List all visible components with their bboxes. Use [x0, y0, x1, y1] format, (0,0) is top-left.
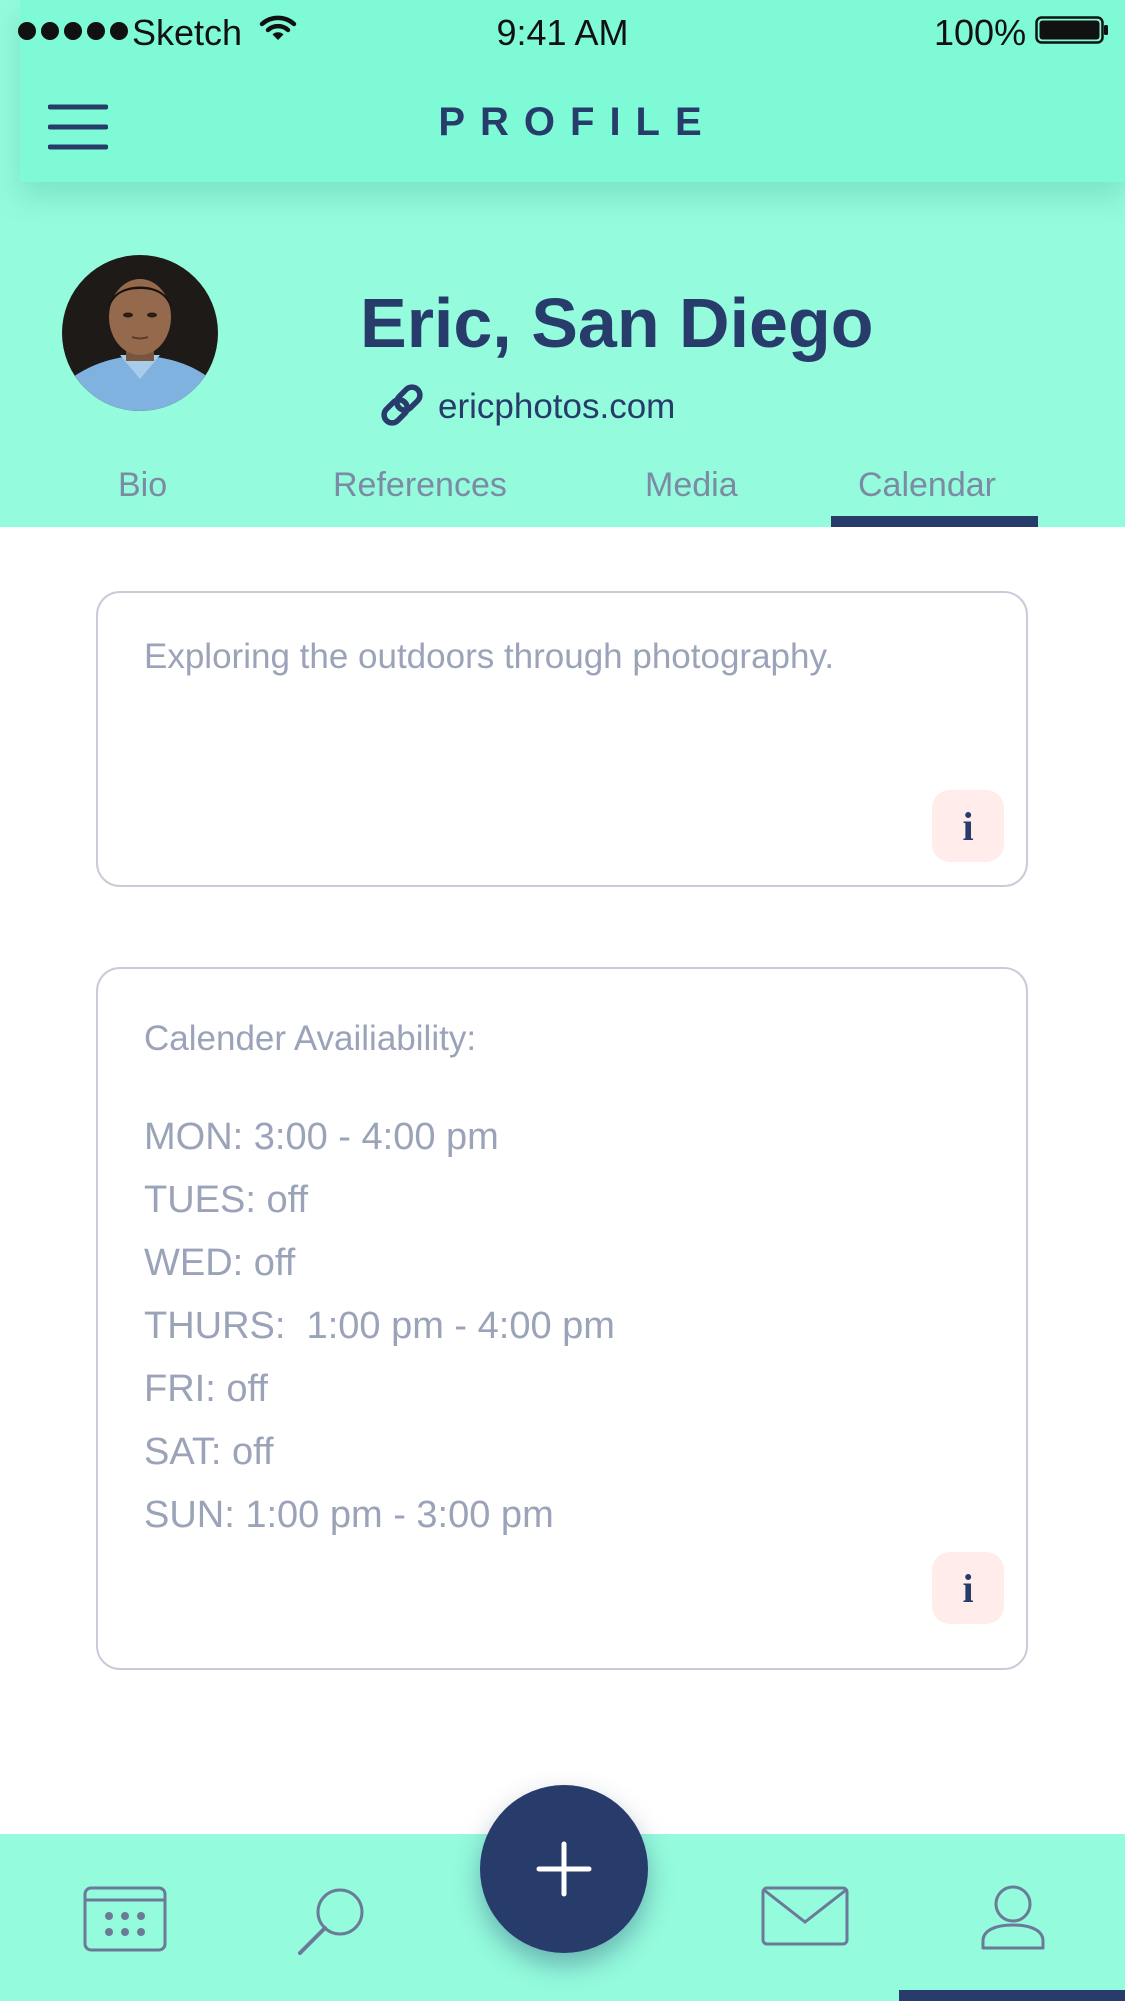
profile-icon[interactable]	[980, 1884, 1046, 1950]
availability-item-mon: MON: 3:00 - 4:00 pm	[144, 1116, 499, 1158]
status-bar: Sketch 9:41 AM 100%	[0, 0, 1125, 64]
profile-name: Eric, San Diego	[360, 284, 874, 362]
avatar-photo	[62, 255, 218, 411]
battery-icon	[1035, 16, 1108, 44]
availability-item-tues: TUES: off	[144, 1179, 309, 1221]
bio-text: Exploring the outdoors through photograp…	[144, 637, 835, 676]
calendar-availability-card: Calender Availiability: MON: 3:00 - 4:00…	[96, 967, 1028, 1670]
profile-screen: Sketch 9:41 AM 100% PROFILE Eric, San Di…	[0, 0, 1125, 2001]
tab-calendar[interactable]: Calendar	[858, 466, 996, 505]
availability-item-fri: FRI: off	[144, 1368, 268, 1410]
bio-card: Exploring the outdoors through photograp…	[96, 591, 1028, 887]
availability-item-sun: SUN: 1:00 pm - 3:00 pm	[144, 1494, 554, 1536]
add-icon	[536, 1841, 592, 1897]
avatar[interactable]	[62, 255, 218, 411]
availability-list: MON: 3:00 - 4:00 pm TUES: off WED: off T…	[144, 1106, 615, 1547]
mail-icon[interactable]	[761, 1886, 849, 1946]
availability-item-sat: SAT: off	[144, 1431, 274, 1473]
battery-percentage: 100%	[934, 12, 1027, 53]
calendar-icon[interactable]	[83, 1886, 167, 1952]
active-tab-indicator	[831, 516, 1038, 527]
tab-references[interactable]: References	[333, 466, 507, 505]
link-icon	[381, 384, 423, 426]
tab-media[interactable]: Media	[645, 466, 738, 505]
website-link[interactable]: ericphotos.com	[438, 387, 675, 427]
active-tab-indicator	[899, 1990, 1125, 2001]
availability-item-thurs: THURS: 1:00 pm - 4:00 pm	[144, 1305, 615, 1347]
search-icon[interactable]	[296, 1886, 366, 1956]
availability-title: Calender Availiability:	[144, 1019, 477, 1058]
add-button[interactable]	[480, 1785, 648, 1953]
tab-bio[interactable]: Bio	[118, 466, 167, 505]
info-icon: i	[962, 803, 974, 849]
availability-item-wed: WED: off	[144, 1242, 296, 1284]
info-button[interactable]: i	[932, 790, 1004, 862]
info-icon: i	[962, 1565, 974, 1611]
info-button[interactable]: i	[932, 1552, 1004, 1624]
page-title: PROFILE	[438, 100, 717, 144]
